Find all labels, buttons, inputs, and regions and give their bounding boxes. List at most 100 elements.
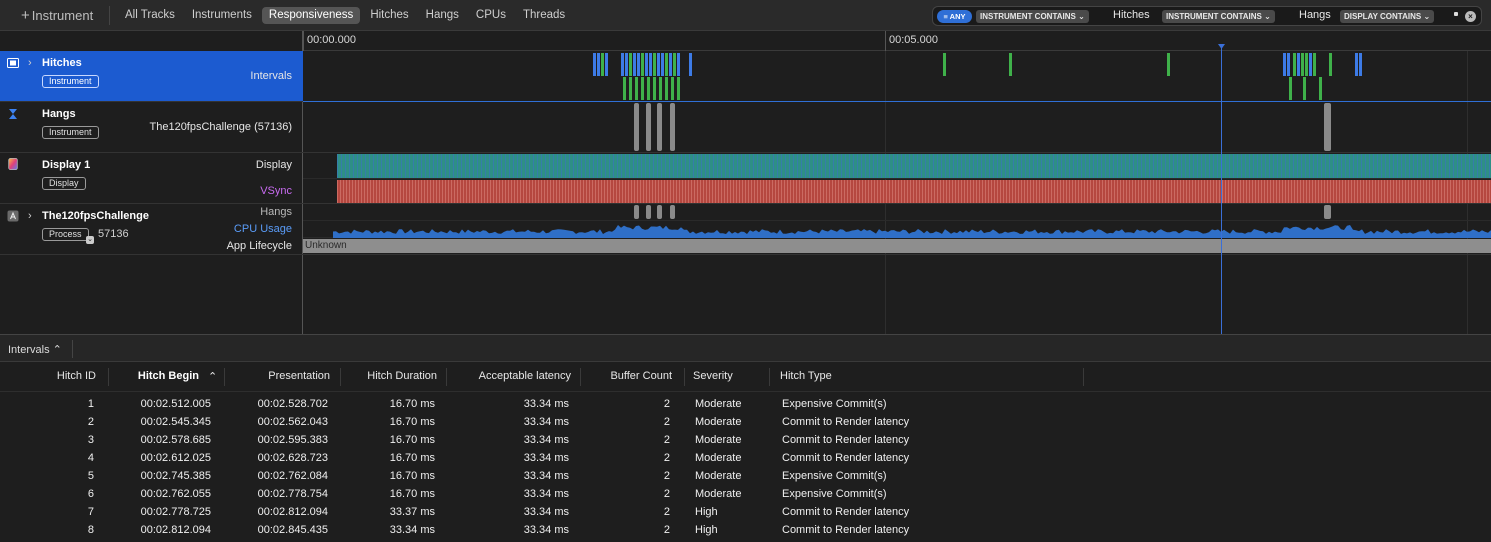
lane-vsync[interactable] bbox=[303, 179, 1491, 204]
hitch-interval[interactable] bbox=[673, 53, 676, 76]
filter-token-instrument-2[interactable]: INSTRUMENT CONTAINS ⌄ bbox=[1162, 10, 1275, 23]
table-row[interactable]: 3 00:02.578.685 00:02.595.383 16.70 ms 33.34… bbox=[0, 431, 1491, 449]
hitch-interval[interactable] bbox=[629, 53, 632, 76]
hang-interval[interactable] bbox=[657, 205, 662, 219]
hitch-interval[interactable] bbox=[1303, 77, 1306, 100]
hang-interval[interactable] bbox=[646, 103, 651, 151]
hitch-interval[interactable] bbox=[635, 77, 638, 100]
hitch-interval[interactable] bbox=[1287, 53, 1290, 76]
hitch-interval[interactable] bbox=[677, 53, 680, 76]
hitch-interval[interactable] bbox=[665, 77, 668, 100]
hitch-interval[interactable] bbox=[653, 53, 656, 76]
column-header-severity[interactable]: Severity bbox=[693, 370, 733, 382]
hitch-interval[interactable] bbox=[1313, 53, 1316, 76]
tab-all-tracks[interactable]: All Tracks bbox=[118, 7, 182, 24]
column-divider[interactable] bbox=[224, 368, 225, 386]
hang-interval[interactable] bbox=[657, 103, 662, 151]
hang-interval[interactable] bbox=[634, 103, 639, 151]
track-process[interactable]: › The120fpsChallenge Process ⌄ 57136 Han… bbox=[0, 204, 303, 255]
column-header-presentation[interactable]: Presentation bbox=[268, 370, 330, 382]
time-ruler[interactable]: 00:00.000 00:05.000 bbox=[303, 31, 1491, 51]
table-row[interactable]: 4 00:02.612.025 00:02.628.723 16.70 ms 33.34… bbox=[0, 449, 1491, 467]
track-hangs[interactable]: Hangs Instrument The120fpsChallenge (571… bbox=[0, 102, 303, 153]
column-divider[interactable] bbox=[108, 368, 109, 386]
hitch-interval[interactable] bbox=[623, 77, 626, 100]
hitch-interval[interactable] bbox=[661, 53, 664, 76]
column-header-hitch-begin[interactable]: Hitch Begin bbox=[138, 370, 199, 382]
column-divider[interactable] bbox=[1083, 368, 1084, 386]
hitch-interval[interactable] bbox=[637, 53, 640, 76]
track-display[interactable]: Display 1 Display Display VSync bbox=[0, 153, 303, 204]
hitch-interval[interactable] bbox=[659, 77, 662, 100]
hitch-interval[interactable] bbox=[641, 53, 644, 76]
hitch-interval[interactable] bbox=[657, 53, 660, 76]
hitch-interval[interactable] bbox=[1359, 53, 1362, 76]
hitch-interval[interactable] bbox=[621, 53, 624, 76]
hitch-interval[interactable] bbox=[1167, 53, 1170, 76]
hitch-interval[interactable] bbox=[653, 77, 656, 100]
hitch-interval[interactable] bbox=[1009, 53, 1012, 76]
hitch-interval[interactable] bbox=[1293, 53, 1296, 76]
hitch-interval[interactable] bbox=[1305, 53, 1308, 76]
hitch-interval[interactable] bbox=[647, 77, 650, 100]
hitch-interval[interactable] bbox=[633, 53, 636, 76]
track-type-badge[interactable]: Process bbox=[42, 228, 89, 241]
tab-instruments[interactable]: Instruments bbox=[185, 7, 259, 24]
filter-token-display[interactable]: DISPLAY CONTAINS ⌄ bbox=[1340, 10, 1435, 23]
hitch-interval[interactable] bbox=[1297, 53, 1300, 76]
filter-value-2[interactable]: Hangs bbox=[1299, 9, 1331, 21]
hitch-interval[interactable] bbox=[1283, 53, 1286, 76]
filter-value-1[interactable]: Hitches bbox=[1113, 9, 1150, 21]
hitch-interval[interactable] bbox=[669, 53, 672, 76]
cpu-usage-graph[interactable] bbox=[303, 221, 1491, 238]
hitch-interval[interactable] bbox=[677, 77, 680, 100]
chevron-right-icon[interactable]: › bbox=[28, 57, 32, 69]
lane-display[interactable] bbox=[303, 153, 1491, 179]
hitch-interval[interactable] bbox=[1309, 53, 1312, 76]
tab-hitches[interactable]: Hitches bbox=[363, 7, 415, 24]
hitch-interval[interactable] bbox=[645, 53, 648, 76]
lane-app-lifecycle[interactable]: Unknown bbox=[303, 238, 1491, 255]
table-row[interactable]: 6 00:02.762.055 00:02.778.754 16.70 ms 33.34… bbox=[0, 485, 1491, 503]
table-row[interactable]: 5 00:02.745.385 00:02.762.084 16.70 ms 33.34… bbox=[0, 467, 1491, 485]
track-filter-field[interactable]: ≡ ANY INSTRUMENT CONTAINS ⌄ Hitches INST… bbox=[932, 6, 1482, 26]
lifecycle-state-bar[interactable]: Unknown bbox=[303, 239, 1491, 253]
column-divider[interactable] bbox=[580, 368, 581, 386]
column-header-buffer-count[interactable]: Buffer Count bbox=[610, 370, 672, 382]
hitch-interval[interactable] bbox=[605, 53, 608, 76]
column-divider[interactable] bbox=[684, 368, 685, 386]
table-row[interactable]: 8 00:02.812.094 00:02.845.435 33.34 ms 33.34… bbox=[0, 521, 1491, 539]
hitch-interval[interactable] bbox=[671, 77, 674, 100]
hitch-interval[interactable] bbox=[625, 53, 628, 76]
lane-hangs[interactable] bbox=[303, 102, 1491, 153]
hang-interval[interactable] bbox=[1324, 205, 1331, 219]
column-divider[interactable] bbox=[769, 368, 770, 386]
chevron-right-icon[interactable]: › bbox=[28, 210, 32, 222]
hitch-interval[interactable] bbox=[641, 77, 644, 100]
detail-mode-selector[interactable]: Intervals ⌃ bbox=[8, 343, 62, 356]
add-instrument-button[interactable]: + Instrument bbox=[21, 7, 93, 24]
hitch-interval[interactable] bbox=[665, 53, 668, 76]
sort-ascending-icon[interactable]: ⌃ bbox=[208, 370, 217, 383]
track-hitches[interactable]: › Hitches Instrument Intervals bbox=[0, 51, 303, 102]
hitch-interval[interactable] bbox=[1289, 77, 1292, 100]
filter-mode-any-button[interactable]: ≡ ANY bbox=[937, 10, 972, 23]
hitch-interval[interactable] bbox=[601, 53, 604, 76]
column-header-acceptable-latency[interactable]: Acceptable latency bbox=[479, 370, 571, 382]
clear-filter-icon[interactable]: × bbox=[1465, 11, 1476, 22]
lane-process-hangs[interactable] bbox=[303, 204, 1491, 221]
inspection-line[interactable] bbox=[1221, 44, 1222, 334]
column-header-hitch-type[interactable]: Hitch Type bbox=[780, 370, 832, 382]
column-header-hitch-id[interactable]: Hitch ID bbox=[57, 370, 96, 382]
hitch-interval[interactable] bbox=[649, 53, 652, 76]
hitch-interval[interactable] bbox=[689, 53, 692, 76]
hitch-interval[interactable] bbox=[1329, 53, 1332, 76]
tab-cpus[interactable]: CPUs bbox=[469, 7, 513, 24]
hang-interval[interactable] bbox=[670, 103, 675, 151]
hitch-interval[interactable] bbox=[1301, 53, 1304, 76]
hitch-interval[interactable] bbox=[943, 53, 946, 76]
filter-token-instrument-1[interactable]: INSTRUMENT CONTAINS ⌄ bbox=[976, 10, 1089, 23]
lane-cpu-usage[interactable] bbox=[303, 221, 1491, 238]
hitch-interval[interactable] bbox=[1319, 77, 1322, 100]
lane-hitches-intervals[interactable] bbox=[303, 51, 1491, 102]
